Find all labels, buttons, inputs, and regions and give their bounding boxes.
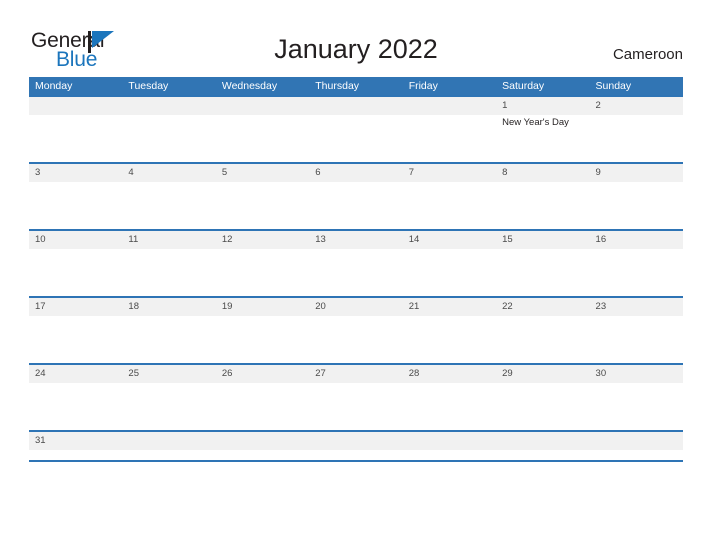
day-number: 3 [35,167,41,178]
day-number: 1 [502,100,508,111]
day-number: 17 [35,301,46,312]
day-cell[interactable]: 3 [29,164,122,229]
page-title: January 2022 [274,34,438,64]
weekday-header-tuesday: Tuesday [128,80,169,92]
day-cell[interactable]: 30 [590,365,683,430]
weekday-header-saturday: Saturday [502,80,545,92]
day-number: 26 [221,368,233,379]
day-number: 24 [35,368,46,379]
week-row: 24 25 26 27 28 29 30 [29,363,683,430]
day-number: 31 [35,435,46,446]
weekday-header-wednesday: Wednesday [221,80,278,92]
day-cell[interactable]: 27 [309,365,402,430]
day-cell[interactable] [216,432,309,460]
day-cell[interactable]: 18 [122,298,215,363]
day-cell[interactable]: 1 New Year's Day [496,97,589,162]
day-cell[interactable] [309,97,402,162]
day-cell[interactable]: 9 [590,164,683,229]
day-number: 15 [502,234,513,245]
day-cell[interactable] [496,432,589,460]
day-cell[interactable]: 19 [216,298,309,363]
day-cell[interactable]: 11 [122,231,215,296]
day-cell[interactable] [403,97,496,162]
day-cell[interactable]: 23 [590,298,683,363]
day-cell[interactable]: 5 [216,164,309,229]
day-cell[interactable] [122,432,215,460]
day-event-label: New Year's Day [502,117,569,128]
day-number: 7 [408,167,414,178]
day-number: 20 [315,301,326,312]
day-number: 25 [128,368,139,379]
day-number: 12 [221,234,233,245]
calendar-page: General Blue January 2022 Cameroon Monda… [0,0,712,550]
day-number: 11 [128,234,139,245]
day-cell[interactable]: 29 [496,365,589,430]
day-cell[interactable]: 20 [309,298,402,363]
day-number: 16 [595,234,607,245]
day-cell[interactable]: 25 [122,365,215,430]
day-cell[interactable] [29,97,122,162]
day-number: 28 [408,368,420,379]
week-row: 31 [29,430,683,460]
day-number: 9 [595,167,601,178]
day-cell[interactable]: 31 [29,432,122,460]
day-cell[interactable]: 22 [496,298,589,363]
day-cell[interactable] [403,432,496,460]
day-cell[interactable]: 6 [309,164,402,229]
day-number: 5 [221,167,228,178]
day-cell[interactable]: 28 [403,365,496,430]
week-row: 10 11 12 13 14 15 16 [29,229,683,296]
day-cell[interactable]: 16 [590,231,683,296]
day-cell[interactable]: 15 [496,231,589,296]
day-cell[interactable]: 8 [496,164,589,229]
day-number: 19 [221,301,233,312]
week-row: 1 New Year's Day 2 [29,95,683,162]
day-cell[interactable] [590,432,683,460]
day-cell[interactable]: 10 [29,231,122,296]
day-cell[interactable] [122,97,215,162]
day-number: 4 [128,167,134,178]
day-cell[interactable] [309,432,402,460]
day-cell[interactable]: 26 [216,365,309,430]
week-row: 17 18 19 20 21 22 23 [29,296,683,363]
weekday-header-row: Monday Tuesday Wednesday Thursday Friday… [29,77,683,95]
day-cell[interactable]: 24 [29,365,122,430]
day-cell[interactable]: 14 [403,231,496,296]
country-label: Cameroon [612,46,683,63]
day-cell[interactable]: 7 [403,164,496,229]
page-header: General Blue January 2022 Cameroon [0,0,712,76]
day-number: 23 [595,301,607,312]
day-number: 6 [315,167,321,178]
day-number: 18 [128,301,139,312]
day-cell[interactable]: 12 [216,231,309,296]
weekday-header-thursday: Thursday [315,80,360,92]
calendar-grid: Monday Tuesday Wednesday Thursday Friday… [29,77,683,462]
grid-bottom-rule [29,460,683,462]
day-cell[interactable] [216,97,309,162]
day-cell[interactable]: 4 [122,164,215,229]
day-cell[interactable]: 21 [403,298,496,363]
day-number: 21 [408,301,420,312]
day-cell[interactable]: 17 [29,298,122,363]
day-number: 29 [502,368,513,379]
day-cell[interactable]: 13 [309,231,402,296]
weekday-header-monday: Monday [35,80,73,92]
day-number: 22 [502,301,513,312]
weekday-header-friday: Friday [408,80,438,92]
week-row: 3 4 5 6 7 8 9 [29,162,683,229]
day-number: 2 [595,100,601,111]
day-number: 27 [315,368,326,379]
day-number: 10 [35,234,46,245]
day-number: 30 [595,368,607,379]
day-number: 8 [502,167,508,178]
day-cell[interactable]: 2 [590,97,683,162]
weekday-header-sunday: Sunday [595,80,632,92]
day-number: 13 [315,234,326,245]
day-number: 14 [408,234,420,245]
